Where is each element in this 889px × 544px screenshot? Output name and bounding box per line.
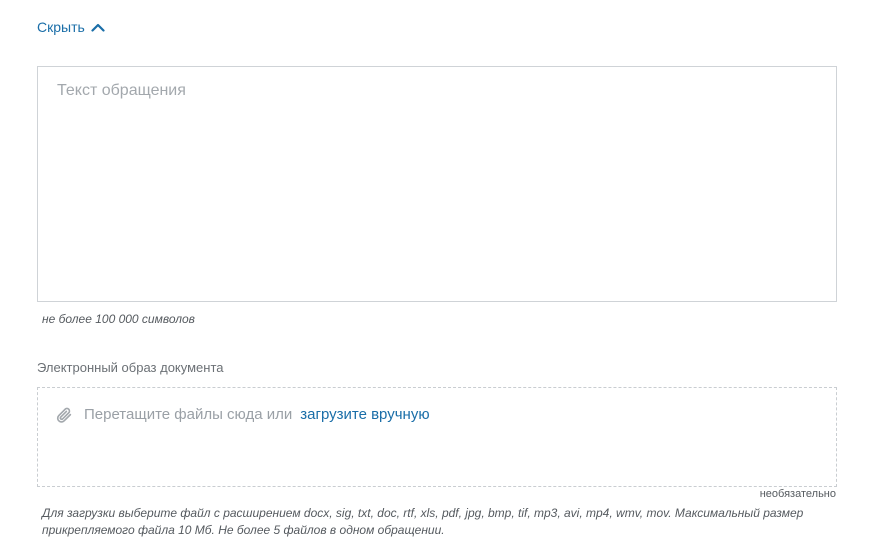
- appeal-form: Скрыть не более 100 000 символов Электро…: [0, 0, 889, 544]
- hide-toggle-label: Скрыть: [37, 19, 85, 35]
- file-upload-info: Для загрузки выберите файл с расширением…: [42, 506, 804, 537]
- hide-toggle-button[interactable]: Скрыть: [37, 18, 105, 36]
- message-textarea[interactable]: [38, 67, 836, 301]
- dropzone-row: Перетащите файлы сюда или загрузите вруч…: [54, 405, 430, 425]
- file-dropzone[interactable]: Перетащите файлы сюда или загрузите вруч…: [37, 387, 837, 487]
- upload-manually-link[interactable]: загрузите вручную: [300, 405, 429, 425]
- attachments-label: Электронный образ документа: [37, 360, 224, 375]
- paperclip-icon: [54, 405, 74, 425]
- chevron-up-icon: [91, 22, 105, 32]
- dropzone-text: Перетащите файлы сюда или: [84, 406, 293, 423]
- message-textarea-container: [37, 66, 837, 302]
- char-limit-hint: не более 100 000 символов: [42, 312, 195, 326]
- optional-label: необязательно: [759, 488, 836, 500]
